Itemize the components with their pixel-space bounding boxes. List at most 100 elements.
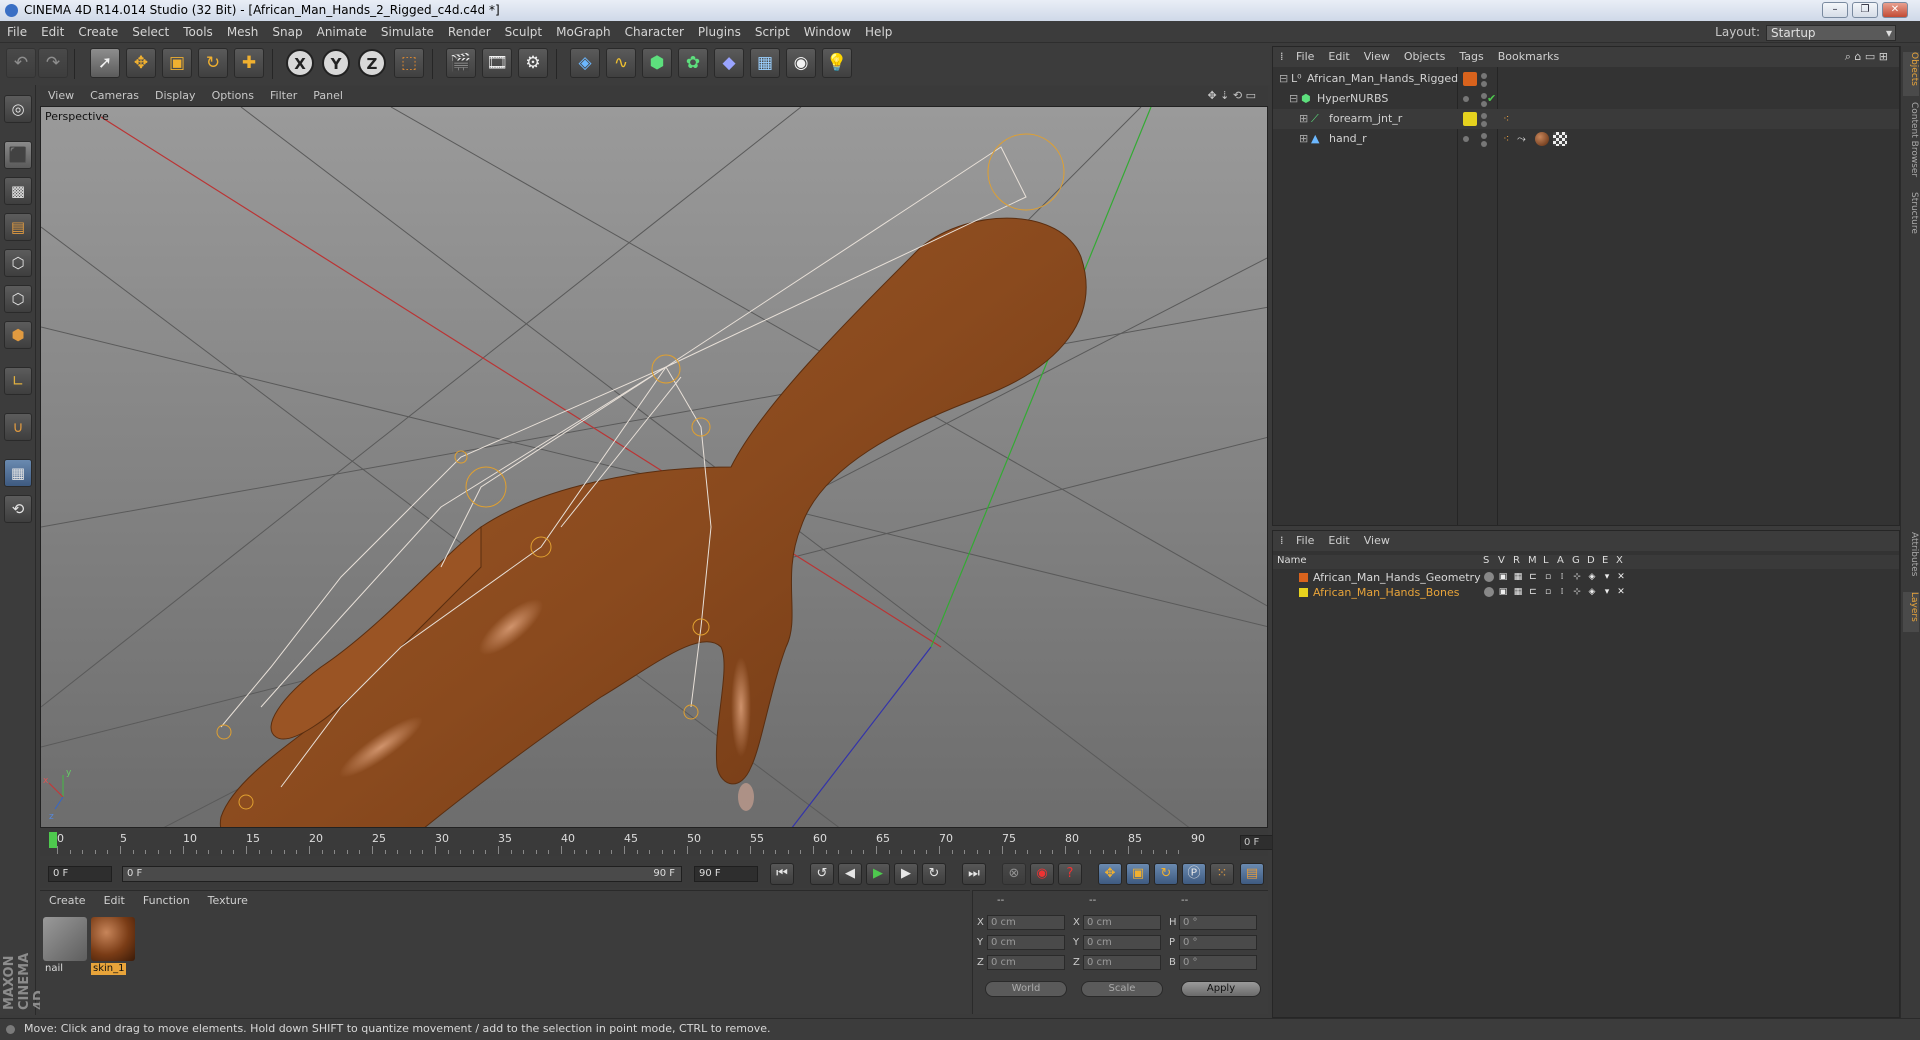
move-icon[interactable]: ✥ <box>126 48 156 78</box>
x-axis-lock-icon[interactable]: X <box>286 49 314 77</box>
menu-character[interactable]: Character <box>618 21 691 43</box>
nail-material-tag-icon[interactable] <box>1553 132 1567 146</box>
render-toggle-icon[interactable]: ▦ <box>1513 572 1523 582</box>
redo-icon[interactable]: ↷ <box>38 48 68 78</box>
key-point-level-icon[interactable]: ⁙ <box>1210 863 1234 885</box>
menu-plugins[interactable]: Plugins <box>691 21 748 43</box>
col-solo[interactable]: S <box>1483 555 1489 566</box>
timeline-layout-icon[interactable]: ▤ <box>1240 863 1264 885</box>
deformer-icon[interactable]: ◆ <box>714 48 744 78</box>
key-position-icon[interactable]: ✥ <box>1098 863 1122 885</box>
manager-toggle-icon[interactable]: ⊏ <box>1528 587 1538 597</box>
col-manager[interactable]: M <box>1528 555 1537 566</box>
coordinate-system-icon[interactable]: ⬚ <box>394 48 424 78</box>
menu-mesh[interactable]: Mesh <box>220 21 266 43</box>
layer-row-geometry[interactable]: African_Man_Hands_Geometry ▣ ▦ ⊏ ▫ ⁞ ⊹ ◈… <box>1273 570 1899 585</box>
timeline-playhead[interactable] <box>49 832 57 848</box>
col-view[interactable]: V <box>1498 555 1505 566</box>
layer-menu-file[interactable]: File <box>1289 531 1321 551</box>
polygons-mode-icon[interactable]: ⬢ <box>4 321 32 349</box>
key-rotation-icon[interactable]: ↻ <box>1154 863 1178 885</box>
object-row-hypernurbs[interactable]: ⊟ ⬢ HyperNURBS ✔ <box>1273 89 1899 109</box>
animation-toggle-icon[interactable]: ⁞ <box>1557 572 1567 582</box>
weight-tag-icon[interactable]: ⁖ <box>1503 129 1509 149</box>
deformer-toggle-icon[interactable]: ◈ <box>1587 572 1597 582</box>
enabled-check-icon[interactable]: ✔ <box>1487 89 1496 109</box>
locked-workplane-icon[interactable]: ⟲ <box>4 495 32 523</box>
axis-mode-icon[interactable]: ∟ <box>4 367 32 395</box>
points-mode-icon[interactable]: ⬡ <box>4 249 32 277</box>
camera-icon[interactable]: ◉ <box>786 48 816 78</box>
layer-row-bones[interactable]: African_Man_Hands_Bones ▣ ▦ ⊏ ▫ ⁞ ⊹ ◈ ▾ … <box>1273 585 1899 600</box>
menu-select[interactable]: Select <box>125 21 176 43</box>
position-x-field[interactable]: 0 cm <box>987 915 1065 930</box>
material-menu-create[interactable]: Create <box>40 891 95 911</box>
motion-path-icon[interactable]: ⊗ <box>1002 863 1026 885</box>
size-x-field[interactable]: 0 cm <box>1083 915 1161 930</box>
lock-toggle-icon[interactable]: ▫ <box>1543 587 1553 597</box>
expand-icon[interactable]: ⊞ <box>1299 109 1308 129</box>
menu-file[interactable]: File <box>0 21 34 43</box>
menu-help[interactable]: Help <box>858 21 899 43</box>
tab-layers[interactable]: Layers <box>1903 592 1919 632</box>
viewport-menu-options[interactable]: Options <box>204 86 262 106</box>
key-scale-icon[interactable]: ▣ <box>1126 863 1150 885</box>
layer-menu-edit[interactable]: Edit <box>1321 531 1356 551</box>
preview-range-slider[interactable]: 0 F 90 F <box>122 866 682 882</box>
material-swatch-nail[interactable] <box>43 917 87 961</box>
material-menu-texture[interactable]: Texture <box>199 891 257 911</box>
generator-toggle-icon[interactable]: ⊹ <box>1572 587 1582 597</box>
tab-attributes[interactable]: Attributes <box>1903 532 1919 586</box>
menu-script[interactable]: Script <box>748 21 797 43</box>
start-frame-field[interactable]: 0 F <box>48 866 112 882</box>
rotate-icon[interactable]: ↻ <box>198 48 228 78</box>
object-manager-search-icons[interactable]: ⌕ ⌂ ▭ ⊞ <box>1838 47 1895 67</box>
maximize-button[interactable]: ❐ <box>1852 2 1878 18</box>
size-y-field[interactable]: 0 cm <box>1083 935 1161 950</box>
menu-render[interactable]: Render <box>441 21 498 43</box>
obj-menu-objects[interactable]: Objects <box>1397 47 1453 67</box>
rotation-b-field[interactable]: 0 ° <box>1179 955 1257 970</box>
texture-mode-icon[interactable]: ▩ <box>4 177 32 205</box>
light-icon[interactable]: 💡 <box>822 48 852 78</box>
minimize-button[interactable]: – <box>1822 2 1848 18</box>
menu-snap[interactable]: Snap <box>265 21 309 43</box>
go-to-end-icon[interactable]: ⏭ <box>962 863 986 885</box>
position-z-field[interactable]: 0 cm <box>987 955 1065 970</box>
viewport-menu-view[interactable]: View <box>40 86 82 106</box>
col-generators[interactable]: G <box>1572 555 1580 566</box>
deformer-toggle-icon[interactable]: ◈ <box>1587 587 1597 597</box>
edges-mode-icon[interactable]: ⬡ <box>4 285 32 313</box>
menu-simulate[interactable]: Simulate <box>374 21 441 43</box>
rotation-p-field[interactable]: 0 ° <box>1179 935 1257 950</box>
end-frame-field[interactable]: 90 F <box>694 866 758 882</box>
size-mode-dropdown[interactable]: Scale <box>1081 981 1163 997</box>
material-menu-edit[interactable]: Edit <box>95 891 134 911</box>
render-settings-icon[interactable]: ⚙ <box>518 48 548 78</box>
viewport-nav-icons[interactable]: ✥ ⇣ ⟲ ▭ <box>1199 86 1264 106</box>
view-toggle-icon[interactable]: ▣ <box>1498 572 1508 582</box>
next-key-icon[interactable]: ↻ <box>922 863 946 885</box>
play-icon[interactable]: ▶ <box>866 863 890 885</box>
coordinate-space-dropdown[interactable]: World <box>985 981 1067 997</box>
object-row-hand[interactable]: ⊞ ▲ hand_r ⁖ ⤳ <box>1273 129 1899 149</box>
autokey-icon[interactable]: ? <box>1058 863 1082 885</box>
cube-object-icon[interactable]: ◈ <box>570 48 600 78</box>
tab-content-browser[interactable]: Content Browser <box>1903 102 1919 186</box>
snap-magnet-icon[interactable]: ∪ <box>4 413 32 441</box>
menu-sculpt[interactable]: Sculpt <box>498 21 549 43</box>
tab-structure[interactable]: Structure <box>1903 192 1919 242</box>
layer-color-swatch[interactable] <box>1299 588 1308 597</box>
workplane-mode-icon[interactable]: ▤ <box>4 213 32 241</box>
collapse-icon[interactable]: ⊟ <box>1289 89 1298 109</box>
y-axis-lock-icon[interactable]: Y <box>322 49 350 77</box>
viewport-menu-panel[interactable]: Panel <box>305 86 351 106</box>
nurbs-icon[interactable]: ⬢ <box>642 48 672 78</box>
previous-frame-icon[interactable]: ◀ <box>838 863 862 885</box>
generator-toggle-icon[interactable]: ⊹ <box>1572 572 1582 582</box>
undo-icon[interactable]: ↶ <box>6 48 36 78</box>
recent-tool-icon[interactable]: ✚ <box>234 48 264 78</box>
record-keys-icon[interactable]: ◉ <box>1030 863 1054 885</box>
close-button[interactable]: ✕ <box>1882 2 1908 18</box>
menu-mograph[interactable]: MoGraph <box>549 21 618 43</box>
